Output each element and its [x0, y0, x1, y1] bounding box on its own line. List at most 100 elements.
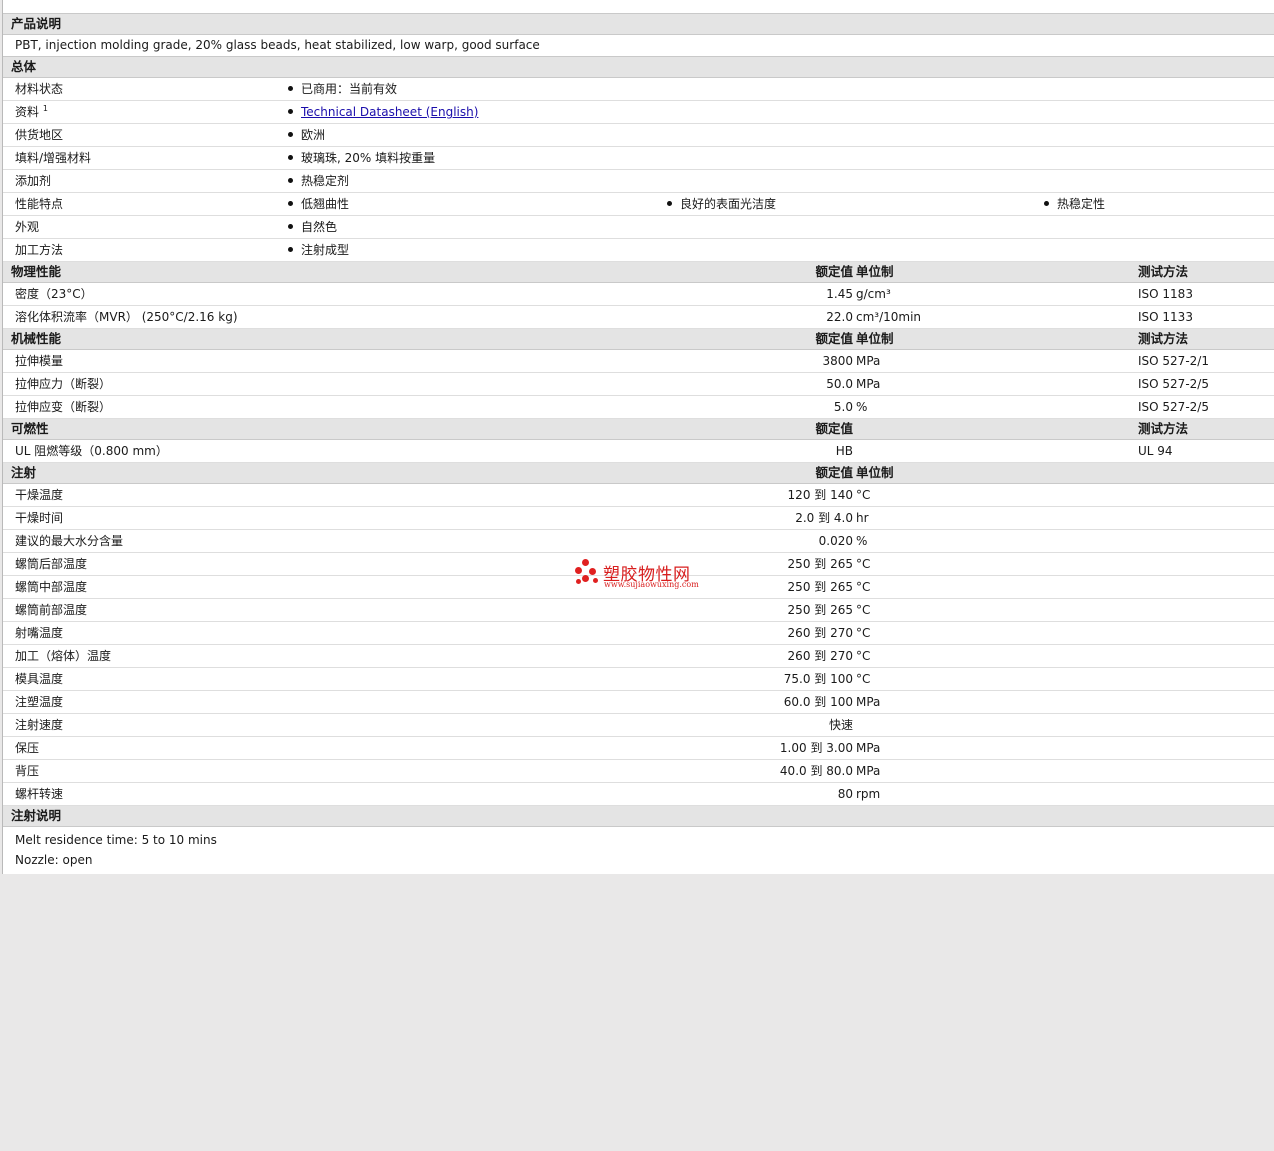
test-method: ISO 1133 — [1138, 310, 1193, 324]
table-row: 背压 40.0 到 80.0 MPa — [3, 760, 1274, 783]
table-row: 加工（熔体）温度 260 到 270 °C — [3, 645, 1274, 668]
product-description: PBT, injection molding grade, 20% glass … — [3, 35, 1274, 57]
physical-table: 密度（23°C） 1.45 g/cm³ ISO 1183 溶化体积流率（MVR） (25… — [3, 283, 1274, 329]
bullet-icon — [288, 109, 293, 114]
note-line: Nozzle: open — [3, 850, 1274, 870]
section-header-flammability: 可燃性 额定值 测试方法 — [3, 419, 1274, 440]
bullet-icon — [288, 178, 293, 183]
table-row: 注塑温度 60.0 到 100 MPa — [3, 691, 1274, 714]
property-value: Technical Datasheet (English) — [288, 101, 478, 123]
bullet-icon — [288, 247, 293, 252]
property-value: 良好的表面光洁度 — [667, 193, 776, 215]
unit-value: g/cm³ — [856, 287, 891, 301]
watermark-url: www.sujiaowuxing.com — [604, 580, 699, 589]
table-row: 螺筒前部温度 250 到 265 °C — [3, 599, 1274, 622]
property-label: 填料/增强材料 — [15, 151, 92, 165]
table-row: 保压 1.00 到 3.00 MPa — [3, 737, 1274, 760]
bullet-icon — [288, 201, 293, 206]
property-label: 拉伸应力（断裂） — [15, 377, 112, 391]
bullet-icon — [288, 155, 293, 160]
bullet-icon — [667, 201, 672, 206]
test-method: ISO 527-2/5 — [1138, 400, 1209, 414]
value-text: 良好的表面光洁度 — [680, 197, 777, 211]
unit-value: °C — [856, 580, 871, 594]
property-label: 密度（23°C） — [15, 287, 93, 301]
nominal-value: 260 到 270 — [787, 649, 853, 663]
property-value: 玻璃珠, 20% 填料按重量 — [288, 147, 435, 169]
nominal-value: 5.0 — [833, 400, 853, 414]
section-title: 注射 — [11, 465, 37, 480]
table-row: 注射速度 快速 — [3, 714, 1274, 737]
nominal-value: 60.0 到 100 — [783, 695, 853, 709]
nominal-value: 120 到 140 — [787, 488, 853, 502]
datasheet-document: 产品说明 PBT, injection molding grade, 20% g… — [2, 0, 1274, 874]
property-label: 添加剂 — [15, 174, 52, 188]
footnote-marker: 1 — [42, 104, 48, 113]
table-row: 拉伸模量 3800 MPa ISO 527-2/1 — [3, 350, 1274, 373]
unit-value: MPa — [856, 764, 881, 778]
table-row: 供货地区 欧洲 — [3, 124, 1274, 147]
section-title: 产品说明 — [11, 16, 62, 31]
property-label: 干燥时间 — [15, 511, 64, 525]
property-label: 溶化体积流率（MVR） (250°C/2.16 kg) — [15, 310, 238, 324]
table-row: 填料/增强材料 玻璃珠, 20% 填料按重量 — [3, 147, 1274, 170]
unit-value: MPa — [856, 695, 881, 709]
property-label: 加工方法 — [15, 243, 64, 257]
property-label: 材料状态 — [15, 82, 64, 96]
nominal-value: 40.0 到 80.0 — [779, 764, 853, 778]
column-header-test: 测试方法 — [1138, 331, 1189, 346]
section-header-physical: 物理性能 额定值 单位制 测试方法 — [3, 262, 1274, 283]
value-text: 热稳定性 — [1057, 197, 1106, 211]
table-row: 性能特点 低翘曲性 良好的表面光洁度 热稳定性 — [3, 193, 1274, 216]
unit-value: °C — [856, 603, 871, 617]
nominal-value: HB — [835, 444, 853, 458]
property-label: 背压 — [15, 764, 40, 778]
property-label: 射嘴温度 — [15, 626, 64, 640]
value-text: 玻璃珠, 20% 填料按重量 — [301, 151, 436, 165]
watermark-logo: 塑胶物性网 www.sujiaowuxing.com — [573, 558, 713, 592]
section-title: 机械性能 — [11, 331, 62, 346]
unit-value: hr — [856, 511, 869, 525]
column-header-nominal: 额定值 — [815, 421, 853, 436]
property-label: 螺杆转速 — [15, 787, 64, 801]
nominal-value: 3800 — [822, 354, 853, 368]
unit-value: % — [856, 400, 868, 414]
table-row: 密度（23°C） 1.45 g/cm³ ISO 1183 — [3, 283, 1274, 306]
table-row: 模具温度 75.0 到 100 °C — [3, 668, 1274, 691]
table-row: 拉伸应力（断裂） 50.0 MPa ISO 527-2/5 — [3, 373, 1274, 396]
note-line: Melt residence time: 5 to 10 mins — [3, 830, 1274, 850]
table-row: 加工方法 注射成型 — [3, 239, 1274, 262]
property-label: 供货地区 — [15, 128, 64, 142]
unit-value: °C — [856, 557, 871, 571]
nominal-value: 0.020 — [818, 534, 853, 548]
property-label: 拉伸应变（断裂） — [15, 400, 112, 414]
nominal-value: 22.0 — [826, 310, 853, 324]
unit-value: °C — [856, 626, 871, 640]
property-value: 欧洲 — [288, 124, 325, 146]
datasheet-link[interactable]: Technical Datasheet (English) — [301, 105, 478, 119]
nominal-value: 250 到 265 — [787, 580, 853, 594]
section-title: 总体 — [11, 59, 37, 74]
table-row: 资料 1 Technical Datasheet (English) — [3, 101, 1274, 124]
section-header-general: 总体 — [3, 57, 1274, 78]
top-spacer — [3, 0, 1274, 14]
value-text: 欧洲 — [301, 128, 326, 142]
value-text: 热稳定剂 — [301, 174, 350, 188]
unit-value: °C — [856, 672, 871, 686]
flammability-table: UL 阻燃等级（0.800 mm） HB UL 94 — [3, 440, 1274, 463]
nominal-value: 80 — [837, 787, 853, 801]
property-label: 拉伸模量 — [15, 354, 64, 368]
property-value: 低翘曲性 — [288, 193, 349, 215]
test-method: ISO 1183 — [1138, 287, 1193, 301]
column-header-nominal: 额定值 — [815, 465, 853, 480]
column-header-unit: 单位制 — [856, 331, 894, 346]
injection-table: 干燥温度 120 到 140 °C 干燥时间 2.0 到 4.0 hr 建议的最大水分含量 0… — [3, 484, 1274, 806]
unit-value: rpm — [856, 787, 881, 801]
nominal-value: 2.0 到 4.0 — [795, 511, 853, 525]
section-header-description: 产品说明 — [3, 14, 1274, 35]
unit-value: MPa — [856, 354, 881, 368]
property-label: 性能特点 — [15, 197, 64, 211]
bullet-icon — [288, 224, 293, 229]
column-header-nominal: 额定值 — [815, 264, 853, 279]
property-label: 外观 — [15, 220, 40, 234]
